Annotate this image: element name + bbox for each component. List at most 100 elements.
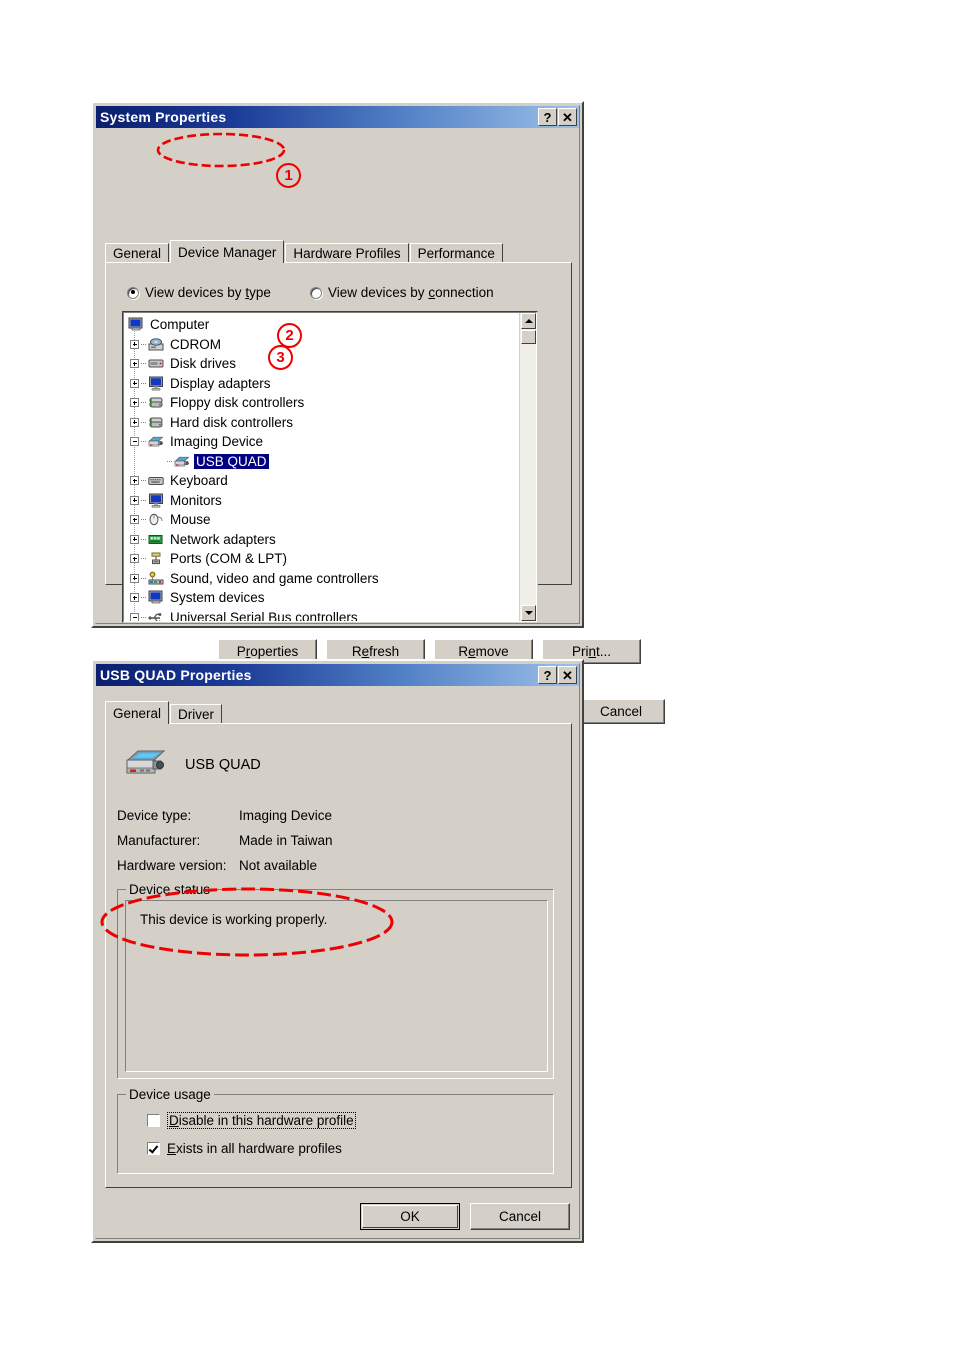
collapse-icon[interactable] [130,612,139,621]
tree-connector-line [141,363,147,365]
checkbox-label: Disable in this hardware profile [167,1112,356,1129]
scroll-up-button[interactable] [521,313,536,329]
tab-driver[interactable]: Driver [170,704,223,724]
expand-icon[interactable] [130,417,139,427]
expand-icon[interactable] [130,378,139,388]
cancel-button[interactable]: Cancel [577,699,665,724]
tree-item[interactable]: Mouse [124,510,518,530]
checkbox-disable-in-this-hardware-profile[interactable]: Disable in this hardware profile [147,1112,356,1129]
marker-label: 2 [285,327,294,344]
expand-icon[interactable] [130,554,139,564]
tree-item-label: Ports (COM & LPT) [170,551,288,567]
window-title: System Properties [100,109,227,125]
close-button[interactable]: ✕ [558,666,577,684]
tree-item[interactable]: CDROM [124,335,518,355]
hard-disk-controller-icon [148,415,165,430]
tab-hardware-profiles[interactable]: Hardware Profiles [285,243,409,263]
tree-connector-line [141,616,147,618]
device-tree[interactable]: Computer CDROM Disk drives Display adapters… [124,315,518,621]
tree-item[interactable]: Display adapters [124,374,518,394]
expand-icon[interactable] [130,515,139,525]
tabstrip[interactable]: General Driver [105,701,223,724]
device-status-textbox: This device is working properly. [125,900,548,1072]
tab-general[interactable]: General [105,701,170,724]
tab-label: Hardware Profiles [293,246,401,261]
tree-item[interactable]: Hard disk controllers [124,413,518,433]
button-label: Print... [571,644,612,659]
tabstrip[interactable]: General Device Manager Hardware Profiles… [105,240,504,263]
checkbox-exists-in-all-hardware-profiles[interactable]: Exists in all hardware profiles [147,1141,342,1156]
tree-item-label: CDROM [170,336,221,352]
tree-item[interactable]: Floppy disk controllers [124,393,518,413]
radio-label: View devices by connection [328,285,494,300]
expand-icon[interactable] [130,398,139,408]
checkbox-label: Exists in all hardware profiles [167,1141,342,1156]
tree-connector-line [167,460,173,462]
tree-item[interactable]: Imaging Device [124,432,518,452]
tree-item[interactable]: Universal Serial Bus controllers [124,608,518,621]
ok-button[interactable]: OK [360,1203,460,1230]
titlebar[interactable]: USB QUAD Properties ? ✕ [96,664,579,686]
expand-icon[interactable] [130,495,139,505]
general-tabpage: USB QUAD Device type: Imaging Device Man… [105,723,572,1188]
cancel-button[interactable]: Cancel [470,1203,570,1230]
button-label: Cancel [498,1209,542,1224]
tab-general[interactable]: General [105,243,170,263]
tree-connector-line [141,499,147,501]
tab-performance[interactable]: Performance [409,243,503,263]
hardware-version-label: Hardware version: [117,858,227,873]
tree-item-label: Floppy disk controllers [170,395,305,411]
expand-icon[interactable] [130,573,139,583]
tree-item[interactable]: System devices [124,588,518,608]
expand-icon[interactable] [130,359,139,369]
radio-view-by-type[interactable]: View devices by type [127,285,271,300]
radio-view-by-connection[interactable]: View devices by connection [310,285,494,300]
vertical-scrollbar[interactable] [519,313,536,621]
tree-connector-line [141,558,147,560]
tree-item[interactable]: Disk drives [124,354,518,374]
expand-icon[interactable] [130,534,139,544]
system-properties-dialog[interactable]: System Properties ? ✕ General Device Man… [91,101,665,724]
expand-icon[interactable] [130,593,139,603]
radio-label: View devices by type [145,285,271,300]
usb-quad-properties-dialog[interactable]: USB QUAD Properties ? ✕ General Driver U… [91,659,584,1243]
keyboard-icon [148,473,165,488]
device-tree-frame: Computer CDROM Disk drives Display adapters… [122,311,538,623]
checkbox-indicator[interactable] [147,1114,160,1127]
tree-connector-line [141,519,147,521]
tree-item[interactable]: USB QUAD [124,452,518,472]
help-button[interactable]: ? [538,666,557,684]
scrollbar-thumb[interactable] [521,330,536,344]
device-status-groupbox: Device status This device is working pro… [117,882,554,1079]
annotation-marker-1: 1 [276,163,301,188]
device-tree-listbox[interactable]: Computer CDROM Disk drives Display adapters… [123,312,537,622]
expand-icon[interactable] [130,476,139,486]
tree-item[interactable]: Computer [124,315,518,335]
tree-item-label: Display adapters [170,375,271,391]
collapse-icon[interactable] [130,437,139,447]
tree-item-label: Hard disk controllers [170,414,294,430]
radio-indicator[interactable] [310,286,322,299]
tab-label: Driver [178,707,215,722]
system-device-icon [148,590,165,605]
tree-item-label-selected: USB QUAD [194,453,269,469]
radio-indicator[interactable] [127,286,139,299]
button-label: Refresh [351,644,400,659]
display-adapter-icon [148,376,165,391]
tree-item[interactable]: Sound, video and game controllers [124,569,518,589]
checkbox-indicator[interactable] [147,1142,160,1155]
tree-item[interactable]: Network adapters [124,530,518,550]
scroll-down-button[interactable] [521,605,536,621]
tree-connector-line [141,480,147,482]
button-label: Remove [458,644,509,659]
tab-device-manager[interactable]: Device Manager [170,240,285,263]
titlebar[interactable]: System Properties ? ✕ [96,106,579,128]
cdrom-icon [148,337,165,352]
tree-item[interactable]: Ports (COM & LPT) [124,549,518,569]
close-button[interactable]: ✕ [558,108,577,126]
help-button[interactable]: ? [538,108,557,126]
expand-icon[interactable] [130,339,139,349]
marker-label: 1 [284,167,293,184]
tree-item[interactable]: Monitors [124,491,518,511]
tree-item[interactable]: Keyboard [124,471,518,491]
